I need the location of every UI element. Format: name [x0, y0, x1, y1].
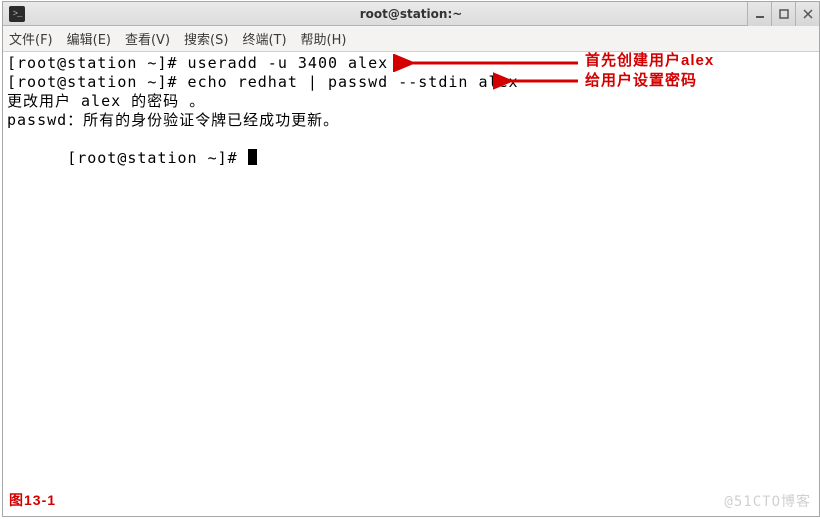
minimize-button[interactable]	[747, 2, 771, 26]
terminal-icon	[9, 6, 25, 22]
arrow-create-user	[393, 54, 583, 72]
figure-label: 图13-1	[9, 491, 56, 510]
menu-edit[interactable]: 编辑(E)	[67, 29, 111, 48]
maximize-button[interactable]	[771, 2, 795, 26]
menu-bar: 文件(F) 编辑(E) 查看(V) 搜索(S) 终端(T) 帮助(H)	[3, 26, 819, 52]
app-window: root@station:~ 文件(F) 编辑(E) 查看(V) 搜索(S) 终…	[2, 1, 820, 517]
close-button[interactable]	[795, 2, 819, 26]
arrow-set-passwd	[493, 72, 583, 90]
annotation-set-passwd: 给用户设置密码	[585, 71, 697, 90]
window-controls	[747, 2, 819, 26]
menu-help[interactable]: 帮助(H)	[301, 29, 347, 48]
annotation-create-user: 首先创建用户alex	[585, 51, 714, 70]
terminal-area[interactable]: [root@station ~]# useradd -u 3400 alex […	[3, 52, 819, 516]
menu-search[interactable]: 搜索(S)	[184, 29, 228, 48]
prompt: [root@station ~]#	[67, 149, 248, 167]
terminal-line: passwd：所有的身份验证令牌已经成功更新。	[7, 111, 815, 130]
terminal-line: 更改用户 alex 的密码 。	[7, 92, 815, 111]
watermark: @51CTO博客	[724, 493, 811, 512]
maximize-icon	[779, 9, 789, 19]
menu-terminal[interactable]: 终端(T)	[242, 29, 286, 48]
close-icon	[803, 9, 813, 19]
terminal-prompt-line: [root@station ~]#	[7, 130, 815, 187]
window-title: root@station:~	[360, 7, 463, 21]
minimize-icon	[755, 9, 765, 19]
menu-file[interactable]: 文件(F)	[9, 29, 53, 48]
cursor	[248, 149, 257, 165]
menu-view[interactable]: 查看(V)	[125, 29, 170, 48]
title-bar: root@station:~	[3, 2, 819, 26]
